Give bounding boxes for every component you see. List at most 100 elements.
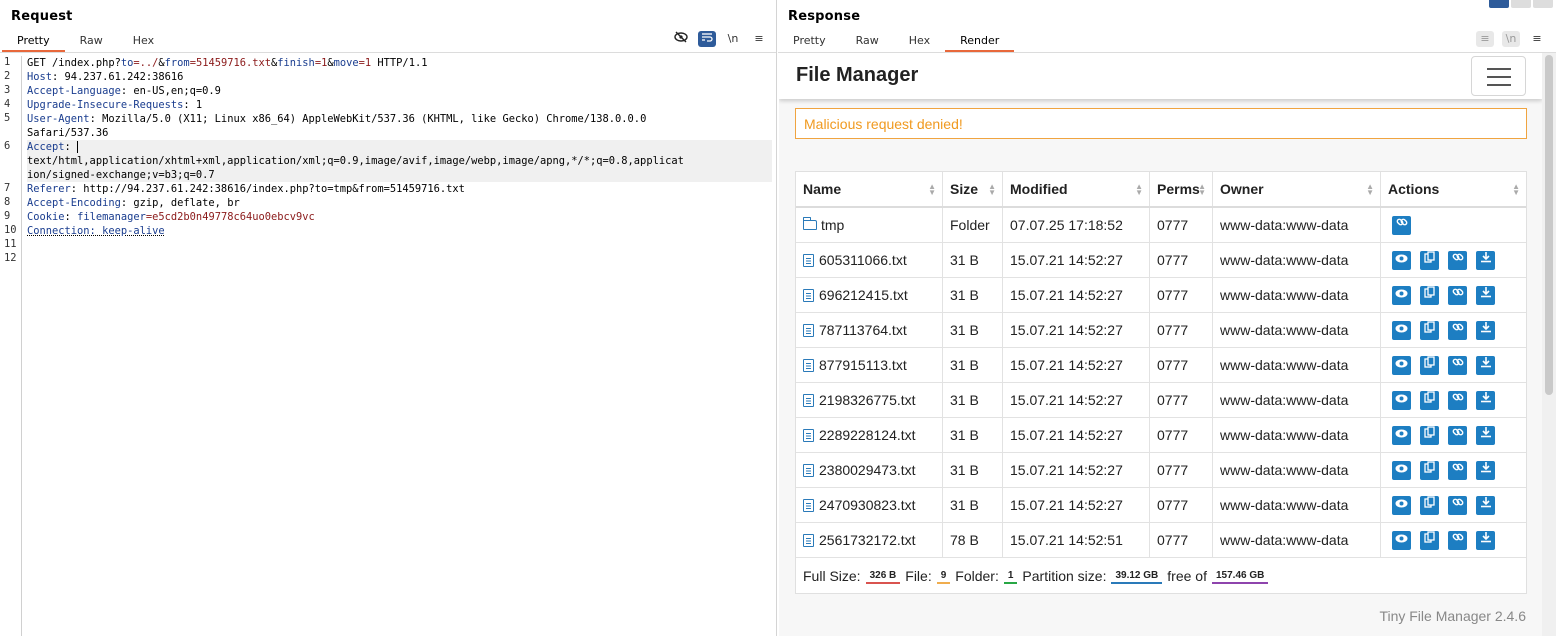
- menu-icon[interactable]: ≡: [750, 31, 768, 47]
- cell-perms[interactable]: 0777: [1150, 243, 1213, 277]
- download-icon[interactable]: [1476, 530, 1495, 550]
- eye-icon[interactable]: [1392, 355, 1411, 375]
- file-name-link[interactable]: 696212415.txt: [819, 287, 908, 303]
- cell-name[interactable]: 2470930823.txt: [796, 488, 943, 522]
- eye-slash-icon[interactable]: [672, 31, 690, 47]
- file-name-link[interactable]: 605311066.txt: [819, 252, 907, 268]
- cell-perms[interactable]: 0777: [1150, 488, 1213, 522]
- download-icon[interactable]: [1476, 460, 1495, 480]
- wrap-icon[interactable]: ≡: [1476, 31, 1494, 47]
- tab-divider: [0, 52, 776, 53]
- copy-icon[interactable]: [1420, 425, 1439, 445]
- col-size[interactable]: Size ▲ ▼: [943, 172, 1003, 206]
- file-name-link[interactable]: 2380029473.txt: [819, 462, 916, 478]
- tab-raw[interactable]: Raw: [65, 30, 118, 52]
- cell-perms[interactable]: 0777: [1150, 453, 1213, 487]
- eye-icon[interactable]: [1392, 495, 1411, 515]
- download-icon[interactable]: [1476, 285, 1495, 305]
- brand-title[interactable]: File Manager: [796, 64, 918, 87]
- eye-icon[interactable]: [1392, 530, 1411, 550]
- cell-perms[interactable]: 0777: [1150, 278, 1213, 312]
- eye-icon[interactable]: [1392, 320, 1411, 340]
- newline-icon[interactable]: \n: [1502, 31, 1520, 47]
- cell-name[interactable]: 877915113.txt: [796, 348, 943, 382]
- tab-render[interactable]: Render: [945, 30, 1015, 52]
- request-editor[interactable]: 1 2 3 4 5 6 7 8 9 10 11 12 GET /index.ph…: [0, 56, 777, 636]
- newline-icon[interactable]: \n: [724, 31, 742, 47]
- copy-icon[interactable]: [1420, 495, 1439, 515]
- link-icon[interactable]: [1448, 285, 1467, 305]
- col-name[interactable]: Name ▲ ▼: [796, 172, 943, 206]
- eye-icon[interactable]: [1392, 425, 1411, 445]
- eye-icon[interactable]: [1392, 285, 1411, 305]
- link-icon[interactable]: [1448, 460, 1467, 480]
- file-name-link[interactable]: tmp: [821, 217, 844, 233]
- layout-horizontal-icon[interactable]: [1511, 0, 1531, 8]
- menu-icon[interactable]: ≡: [1528, 31, 1546, 47]
- tab-pretty[interactable]: Pretty: [2, 30, 65, 52]
- download-icon[interactable]: [1476, 390, 1495, 410]
- copy-icon[interactable]: [1420, 250, 1439, 270]
- cell-perms[interactable]: 0777: [1150, 418, 1213, 452]
- wrap-icon[interactable]: [698, 31, 716, 47]
- eye-icon[interactable]: [1392, 460, 1411, 480]
- file-name-link[interactable]: 2198326775.txt: [819, 392, 916, 408]
- copy-icon[interactable]: [1420, 355, 1439, 375]
- link-icon[interactable]: [1448, 390, 1467, 410]
- copy-icon[interactable]: [1420, 460, 1439, 480]
- link-icon[interactable]: [1448, 250, 1467, 270]
- link-icon[interactable]: [1392, 215, 1411, 235]
- link-icon[interactable]: [1448, 425, 1467, 445]
- col-modified[interactable]: Modified ▲ ▼: [1003, 172, 1150, 206]
- link-icon[interactable]: [1448, 495, 1467, 515]
- cell-perms[interactable]: 0777: [1150, 383, 1213, 417]
- cell-name[interactable]: 787113764.txt: [796, 313, 943, 347]
- download-icon[interactable]: [1476, 320, 1495, 340]
- cell-perms[interactable]: 0777: [1150, 313, 1213, 347]
- hamburger-menu-icon[interactable]: [1471, 56, 1526, 96]
- cell-actions: [1381, 418, 1526, 452]
- copy-icon[interactable]: [1420, 530, 1439, 550]
- tab-hex[interactable]: Hex: [894, 30, 945, 52]
- file-name-link[interactable]: 2289228124.txt: [819, 427, 916, 443]
- tab-pretty[interactable]: Pretty: [778, 30, 841, 52]
- cell-name[interactable]: 2198326775.txt: [796, 383, 943, 417]
- copy-icon[interactable]: [1420, 320, 1439, 340]
- cell-name[interactable]: 696212415.txt: [796, 278, 943, 312]
- col-perms[interactable]: Perms ▲ ▼: [1150, 172, 1213, 206]
- cell-name[interactable]: tmp: [796, 208, 943, 242]
- layout-split-icon[interactable]: [1489, 0, 1509, 8]
- download-icon[interactable]: [1476, 250, 1495, 270]
- eye-icon[interactable]: [1392, 250, 1411, 270]
- link-icon[interactable]: [1448, 320, 1467, 340]
- tab-hex[interactable]: Hex: [118, 30, 169, 52]
- scrollbar-thumb[interactable]: [1545, 55, 1553, 395]
- download-icon[interactable]: [1476, 425, 1495, 445]
- cell-perms[interactable]: 0777: [1150, 348, 1213, 382]
- file-name-link[interactable]: 2470930823.txt: [819, 497, 916, 513]
- cell-perms[interactable]: 0777: [1150, 523, 1213, 557]
- cell-name[interactable]: 2380029473.txt: [796, 453, 943, 487]
- layout-tabs-icon[interactable]: [1533, 0, 1553, 8]
- col-owner[interactable]: Owner ▲ ▼: [1213, 172, 1381, 206]
- copy-icon[interactable]: [1420, 390, 1439, 410]
- scrollbar[interactable]: [1542, 53, 1556, 636]
- cell-name[interactable]: 2289228124.txt: [796, 418, 943, 452]
- line-number: 11: [4, 238, 17, 250]
- link-icon[interactable]: [1448, 530, 1467, 550]
- file-name-link[interactable]: 877915113.txt: [819, 357, 907, 373]
- copy-icon[interactable]: [1420, 285, 1439, 305]
- link-icon[interactable]: [1448, 355, 1467, 375]
- download-icon[interactable]: [1476, 495, 1495, 515]
- sort-icon: ▲ ▼: [1198, 182, 1206, 197]
- file-name-link[interactable]: 2561732172.txt: [819, 532, 916, 548]
- file-name-link[interactable]: 787113764.txt: [819, 322, 907, 338]
- file-icon: [803, 463, 814, 477]
- cell-name[interactable]: 2561732172.txt: [796, 523, 943, 557]
- cell-name[interactable]: 605311066.txt: [796, 243, 943, 277]
- tab-raw[interactable]: Raw: [841, 30, 894, 52]
- col-actions[interactable]: Actions ▲ ▼: [1381, 172, 1526, 206]
- download-icon[interactable]: [1476, 355, 1495, 375]
- cell-perms[interactable]: 0777: [1150, 208, 1213, 242]
- eye-icon[interactable]: [1392, 390, 1411, 410]
